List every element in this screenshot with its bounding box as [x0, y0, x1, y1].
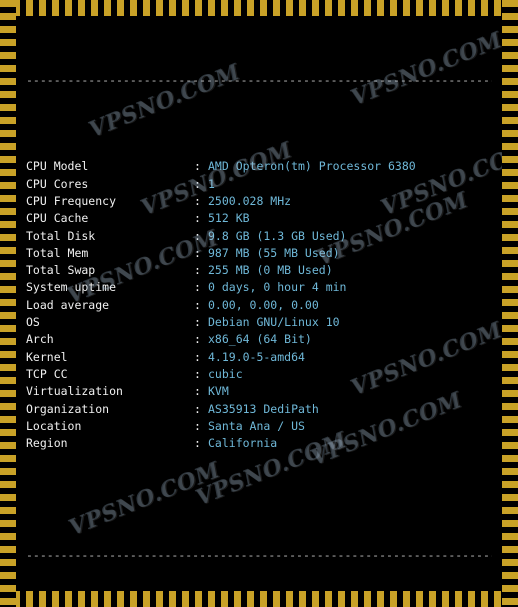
colon-separator: : [194, 263, 201, 278]
decorative-border-right [502, 0, 518, 607]
colon-separator: : [194, 211, 201, 226]
system-info-value: Santa Ana / US [208, 418, 305, 433]
colon-separator: : [194, 332, 201, 347]
system-info-value: California [208, 436, 278, 451]
system-info-label: CPU Frequency [26, 193, 117, 208]
system-info-row: CPU Frequency:2500.028 MHz [26, 193, 492, 210]
colon-separator: : [194, 366, 201, 381]
system-info-label: System uptime [26, 280, 117, 295]
system-info-row: CPU Model: AMD Opteron(tm) Processor 6380 [26, 158, 492, 175]
system-info-label: CPU Cache [26, 211, 89, 226]
system-info-row: Virtualization: KVM [26, 383, 492, 400]
system-info-label: Total Swap [26, 263, 96, 278]
system-info-label: TCP CC [26, 366, 68, 381]
colon-separator: : [194, 159, 201, 174]
colon-separator: : [194, 315, 201, 330]
system-info-label: OS [26, 315, 40, 330]
system-info-row: Region: California [26, 435, 492, 452]
system-info-row: CPU Cores:1 [26, 176, 492, 193]
system-info-row: Total Swap:255 MB (0 MB Used) [26, 262, 492, 279]
system-info-value: KVM [208, 384, 229, 399]
system-info-value: cubic [208, 366, 243, 381]
system-info-value: 4.19.0-5-amd64 [208, 349, 305, 364]
system-info-value: 255 MB (0 MB Used) [208, 263, 333, 278]
separator-top: ----------------------------------------… [26, 72, 492, 87]
colon-separator: : [194, 245, 201, 260]
colon-separator: : [194, 418, 201, 433]
colon-separator: : [194, 401, 201, 416]
system-info-label: Organization [26, 401, 110, 416]
system-info-label: Region [26, 436, 68, 451]
colon-separator: : [194, 349, 201, 364]
system-info-value: AMD Opteron(tm) Processor 6380 [208, 159, 416, 174]
colon-separator: : [194, 297, 201, 312]
system-info-value: 2500.028 MHz [208, 193, 292, 208]
system-info-row: CPU Cache:512 KB [26, 210, 492, 227]
colon-separator: : [194, 280, 201, 295]
colon-separator: : [194, 193, 201, 208]
system-info-value: 1 [208, 176, 215, 191]
system-info-label: Load average [26, 297, 110, 312]
system-info-row: OS: Debian GNU/Linux 10 [26, 314, 492, 331]
system-info-label: CPU Model [26, 159, 89, 174]
decorative-border-bottom [0, 591, 518, 607]
system-info-value: x86_64 (64 Bit) [208, 332, 312, 347]
system-info-label: Total Disk [26, 228, 96, 243]
system-info-row: Kernel:4.19.0-5-amd64 [26, 349, 492, 366]
terminal-screenshot: VPSNO.COM VPSNO.COM VPSNO.COM VPSNO.COM VPSN… [0, 0, 518, 607]
system-info-row: System uptime:0 days, 0 hour 4 min [26, 279, 492, 296]
colon-separator: : [194, 228, 201, 243]
system-info-row: Organization: AS35913 DediPath [26, 401, 492, 418]
system-info-value: 0.00, 0.00, 0.00 [208, 297, 319, 312]
system-info-value: Debian GNU/Linux 10 [208, 315, 340, 330]
system-info-label: CPU Cores [26, 176, 89, 191]
system-info-row: Total Mem:987 MB (55 MB Used) [26, 245, 492, 262]
system-info-block: CPU Model: AMD Opteron(tm) Processor 6380… [26, 158, 492, 452]
decorative-border-top [0, 0, 518, 16]
decorative-border-left [0, 0, 16, 607]
system-info-row: TCP CC: cubic [26, 366, 492, 383]
terminal-window[interactable]: VPSNO.COM VPSNO.COM VPSNO.COM VPSNO.COM VPSN… [16, 16, 502, 591]
separator-io: ----------------------------------------… [26, 547, 492, 562]
system-info-value: 0 days, 0 hour 4 min [208, 280, 347, 295]
system-info-value: 987 MB (55 MB Used) [208, 245, 340, 260]
system-info-row: Location: Santa Ana / US [26, 418, 492, 435]
system-info-value: AS35913 DediPath [208, 401, 319, 416]
colon-separator: : [194, 436, 201, 451]
system-info-value: 512 KB [208, 211, 250, 226]
system-info-row: Load average:0.00, 0.00, 0.00 [26, 297, 492, 314]
system-info-value: 9.8 GB (1.3 GB Used) [208, 228, 347, 243]
system-info-row: Total Disk:9.8 GB (1.3 GB Used) [26, 228, 492, 245]
terminal-output: ----------------------------------------… [16, 20, 502, 591]
system-info-label: Arch [26, 332, 54, 347]
system-info-label: Total Mem [26, 245, 89, 260]
colon-separator: : [194, 176, 201, 191]
colon-separator: : [194, 384, 201, 399]
system-info-label: Location [26, 418, 82, 433]
system-info-label: Kernel [26, 349, 68, 364]
system-info-row: Arch: x86_64 (64 Bit) [26, 331, 492, 348]
system-info-label: Virtualization [26, 384, 123, 399]
